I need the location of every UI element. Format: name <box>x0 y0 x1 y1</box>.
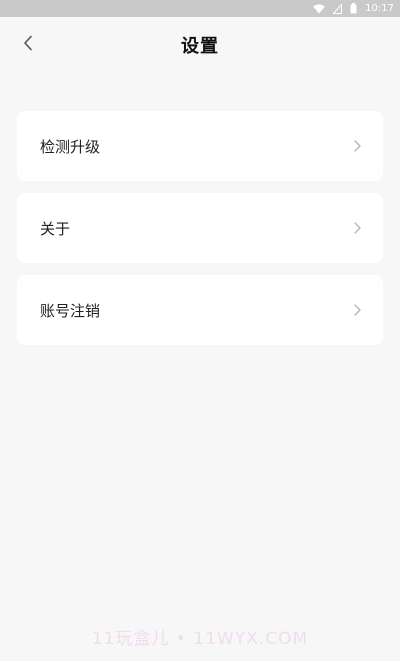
chevron-right-icon <box>354 304 361 316</box>
chevron-right-icon <box>354 222 361 234</box>
chevron-left-icon <box>23 35 33 55</box>
page-title: 设置 <box>181 35 219 57</box>
status-bar: 10:17 <box>0 0 400 17</box>
settings-list: 检测升级 关于 账号注销 <box>0 111 400 345</box>
settings-item-label: 关于 <box>40 219 71 238</box>
nav-bar: 设置 <box>0 17 400 72</box>
settings-item-label: 账号注销 <box>40 301 101 320</box>
back-button[interactable] <box>14 31 42 59</box>
chevron-right-icon <box>354 140 361 152</box>
settings-item-about[interactable]: 关于 <box>17 193 383 263</box>
settings-item-check-update[interactable]: 检测升级 <box>17 111 383 181</box>
battery-icon <box>350 3 357 14</box>
wifi-icon <box>313 3 325 14</box>
settings-item-delete-account[interactable]: 账号注销 <box>17 275 383 345</box>
status-time: 10:17 <box>365 3 394 14</box>
settings-item-label: 检测升级 <box>40 137 101 156</box>
signal-icon <box>333 3 343 14</box>
watermark: 11玩盒儿 • 11WYX.COM <box>91 629 309 649</box>
